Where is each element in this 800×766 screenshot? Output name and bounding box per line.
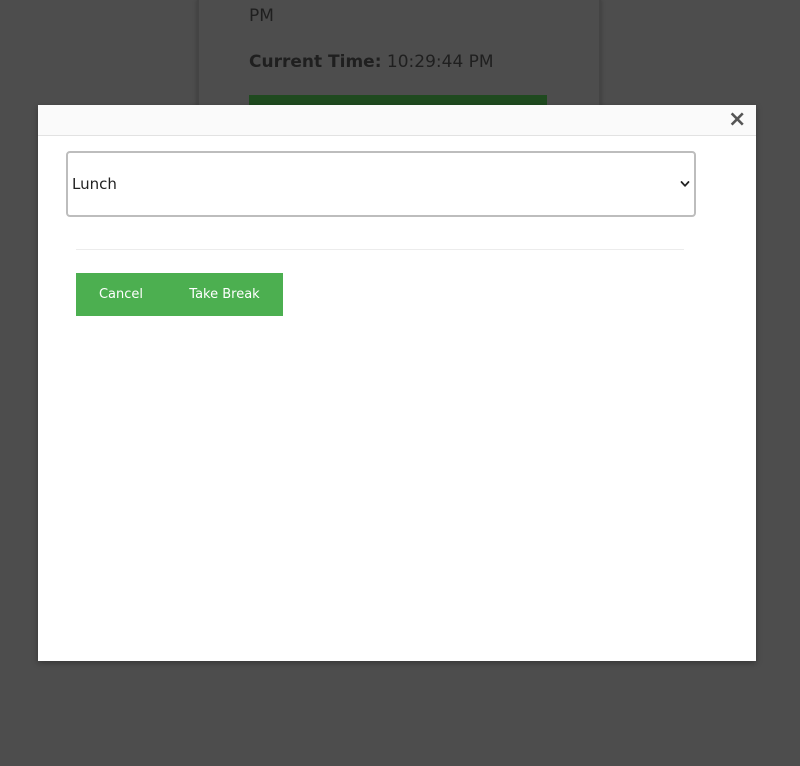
close-icon[interactable]: × [728,109,746,131]
background-current-time: Current Time: 10:29:44 PM [249,52,494,72]
take-break-button[interactable]: Take Break [166,273,283,316]
background-clock-card: PM Current Time: 10:29:44 PM [197,0,601,110]
break-modal: × Lunch Cancel Take Break [38,105,756,661]
cancel-button[interactable]: Cancel [76,273,166,316]
break-type-selected-value: Lunch [72,175,117,193]
break-type-select[interactable]: Lunch [66,151,696,217]
current-time-value: 10:29:44 PM [386,52,494,72]
current-time-label: Current Time: [249,52,382,72]
modal-header: × [38,105,756,136]
chevron-down-icon [680,181,690,187]
modal-button-group: Cancel Take Break [76,273,283,316]
divider [76,249,684,250]
background-pm-text: PM [249,6,274,26]
